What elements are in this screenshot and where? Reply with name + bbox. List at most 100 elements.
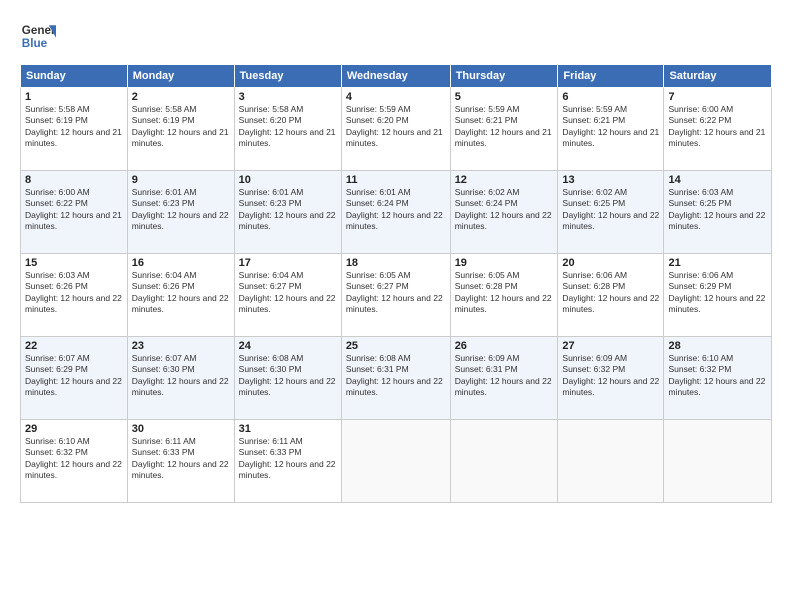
day-number: 15	[25, 257, 123, 269]
day-cell: 12 Sunrise: 6:02 AMSunset: 6:24 PMDaylig…	[450, 171, 558, 254]
day-info: Sunrise: 6:01 AMSunset: 6:24 PMDaylight:…	[346, 187, 443, 231]
day-number: 10	[239, 174, 337, 186]
day-info: Sunrise: 5:59 AMSunset: 6:21 PMDaylight:…	[455, 104, 552, 148]
week-row-5: 29 Sunrise: 6:10 AMSunset: 6:32 PMDaylig…	[21, 420, 772, 503]
day-number: 27	[562, 340, 659, 352]
day-number: 7	[668, 91, 767, 103]
day-cell: 23 Sunrise: 6:07 AMSunset: 6:30 PMDaylig…	[127, 337, 234, 420]
day-cell: 1 Sunrise: 5:58 AMSunset: 6:19 PMDayligh…	[21, 88, 128, 171]
day-info: Sunrise: 6:02 AMSunset: 6:24 PMDaylight:…	[455, 187, 552, 231]
week-row-2: 8 Sunrise: 6:00 AMSunset: 6:22 PMDayligh…	[21, 171, 772, 254]
day-number: 9	[132, 174, 230, 186]
day-info: Sunrise: 6:01 AMSunset: 6:23 PMDaylight:…	[239, 187, 336, 231]
day-info: Sunrise: 6:11 AMSunset: 6:33 PMDaylight:…	[132, 436, 229, 480]
day-number: 17	[239, 257, 337, 269]
day-cell	[664, 420, 772, 503]
col-header-tuesday: Tuesday	[234, 65, 341, 88]
day-info: Sunrise: 5:59 AMSunset: 6:20 PMDaylight:…	[346, 104, 443, 148]
day-number: 28	[668, 340, 767, 352]
day-number: 13	[562, 174, 659, 186]
day-number: 31	[239, 423, 337, 435]
day-info: Sunrise: 6:03 AMSunset: 6:26 PMDaylight:…	[25, 270, 122, 314]
day-cell: 9 Sunrise: 6:01 AMSunset: 6:23 PMDayligh…	[127, 171, 234, 254]
day-number: 12	[455, 174, 554, 186]
day-info: Sunrise: 5:58 AMSunset: 6:19 PMDaylight:…	[132, 104, 229, 148]
day-cell: 24 Sunrise: 6:08 AMSunset: 6:30 PMDaylig…	[234, 337, 341, 420]
day-number: 24	[239, 340, 337, 352]
col-header-wednesday: Wednesday	[341, 65, 450, 88]
day-number: 20	[562, 257, 659, 269]
week-row-3: 15 Sunrise: 6:03 AMSunset: 6:26 PMDaylig…	[21, 254, 772, 337]
svg-text:Blue: Blue	[22, 37, 48, 50]
day-cell: 28 Sunrise: 6:10 AMSunset: 6:32 PMDaylig…	[664, 337, 772, 420]
day-cell	[450, 420, 558, 503]
logo: General Blue	[20, 18, 56, 54]
day-number: 19	[455, 257, 554, 269]
day-info: Sunrise: 6:08 AMSunset: 6:31 PMDaylight:…	[346, 353, 443, 397]
day-number: 23	[132, 340, 230, 352]
day-number: 29	[25, 423, 123, 435]
day-info: Sunrise: 6:10 AMSunset: 6:32 PMDaylight:…	[25, 436, 122, 480]
day-number: 6	[562, 91, 659, 103]
day-info: Sunrise: 6:07 AMSunset: 6:29 PMDaylight:…	[25, 353, 122, 397]
day-info: Sunrise: 6:03 AMSunset: 6:25 PMDaylight:…	[668, 187, 765, 231]
day-info: Sunrise: 6:00 AMSunset: 6:22 PMDaylight:…	[668, 104, 765, 148]
page: General Blue SundayMondayTuesdayWednesda…	[0, 0, 792, 612]
day-cell: 6 Sunrise: 5:59 AMSunset: 6:21 PMDayligh…	[558, 88, 664, 171]
col-header-sunday: Sunday	[21, 65, 128, 88]
header-row: SundayMondayTuesdayWednesdayThursdayFrid…	[21, 65, 772, 88]
day-info: Sunrise: 5:59 AMSunset: 6:21 PMDaylight:…	[562, 104, 659, 148]
day-info: Sunrise: 6:01 AMSunset: 6:23 PMDaylight:…	[132, 187, 229, 231]
day-info: Sunrise: 6:00 AMSunset: 6:22 PMDaylight:…	[25, 187, 122, 231]
day-cell: 15 Sunrise: 6:03 AMSunset: 6:26 PMDaylig…	[21, 254, 128, 337]
day-info: Sunrise: 6:06 AMSunset: 6:28 PMDaylight:…	[562, 270, 659, 314]
col-header-monday: Monday	[127, 65, 234, 88]
header: General Blue	[20, 18, 772, 54]
day-cell: 18 Sunrise: 6:05 AMSunset: 6:27 PMDaylig…	[341, 254, 450, 337]
day-info: Sunrise: 6:10 AMSunset: 6:32 PMDaylight:…	[668, 353, 765, 397]
col-header-thursday: Thursday	[450, 65, 558, 88]
day-info: Sunrise: 6:09 AMSunset: 6:31 PMDaylight:…	[455, 353, 552, 397]
day-cell: 29 Sunrise: 6:10 AMSunset: 6:32 PMDaylig…	[21, 420, 128, 503]
day-number: 8	[25, 174, 123, 186]
day-cell: 5 Sunrise: 5:59 AMSunset: 6:21 PMDayligh…	[450, 88, 558, 171]
day-cell: 11 Sunrise: 6:01 AMSunset: 6:24 PMDaylig…	[341, 171, 450, 254]
day-number: 11	[346, 174, 446, 186]
day-info: Sunrise: 5:58 AMSunset: 6:19 PMDaylight:…	[25, 104, 122, 148]
day-number: 21	[668, 257, 767, 269]
day-info: Sunrise: 6:08 AMSunset: 6:30 PMDaylight:…	[239, 353, 336, 397]
day-number: 18	[346, 257, 446, 269]
day-number: 16	[132, 257, 230, 269]
day-cell: 10 Sunrise: 6:01 AMSunset: 6:23 PMDaylig…	[234, 171, 341, 254]
day-cell: 20 Sunrise: 6:06 AMSunset: 6:28 PMDaylig…	[558, 254, 664, 337]
day-cell: 16 Sunrise: 6:04 AMSunset: 6:26 PMDaylig…	[127, 254, 234, 337]
day-info: Sunrise: 6:09 AMSunset: 6:32 PMDaylight:…	[562, 353, 659, 397]
day-info: Sunrise: 6:11 AMSunset: 6:33 PMDaylight:…	[239, 436, 336, 480]
day-info: Sunrise: 6:02 AMSunset: 6:25 PMDaylight:…	[562, 187, 659, 231]
day-info: Sunrise: 5:58 AMSunset: 6:20 PMDaylight:…	[239, 104, 336, 148]
calendar: SundayMondayTuesdayWednesdayThursdayFrid…	[20, 64, 772, 503]
day-cell: 13 Sunrise: 6:02 AMSunset: 6:25 PMDaylig…	[558, 171, 664, 254]
day-number: 14	[668, 174, 767, 186]
day-number: 5	[455, 91, 554, 103]
day-number: 25	[346, 340, 446, 352]
week-row-1: 1 Sunrise: 5:58 AMSunset: 6:19 PMDayligh…	[21, 88, 772, 171]
day-cell: 8 Sunrise: 6:00 AMSunset: 6:22 PMDayligh…	[21, 171, 128, 254]
day-cell: 26 Sunrise: 6:09 AMSunset: 6:31 PMDaylig…	[450, 337, 558, 420]
day-number: 3	[239, 91, 337, 103]
day-cell: 14 Sunrise: 6:03 AMSunset: 6:25 PMDaylig…	[664, 171, 772, 254]
logo-icon: General Blue	[20, 18, 56, 54]
day-number: 22	[25, 340, 123, 352]
day-number: 30	[132, 423, 230, 435]
day-number: 2	[132, 91, 230, 103]
day-number: 4	[346, 91, 446, 103]
day-number: 26	[455, 340, 554, 352]
day-cell: 19 Sunrise: 6:05 AMSunset: 6:28 PMDaylig…	[450, 254, 558, 337]
col-header-friday: Friday	[558, 65, 664, 88]
day-info: Sunrise: 6:07 AMSunset: 6:30 PMDaylight:…	[132, 353, 229, 397]
day-cell: 3 Sunrise: 5:58 AMSunset: 6:20 PMDayligh…	[234, 88, 341, 171]
day-cell: 7 Sunrise: 6:00 AMSunset: 6:22 PMDayligh…	[664, 88, 772, 171]
day-cell	[558, 420, 664, 503]
day-info: Sunrise: 6:04 AMSunset: 6:27 PMDaylight:…	[239, 270, 336, 314]
day-info: Sunrise: 6:05 AMSunset: 6:28 PMDaylight:…	[455, 270, 552, 314]
